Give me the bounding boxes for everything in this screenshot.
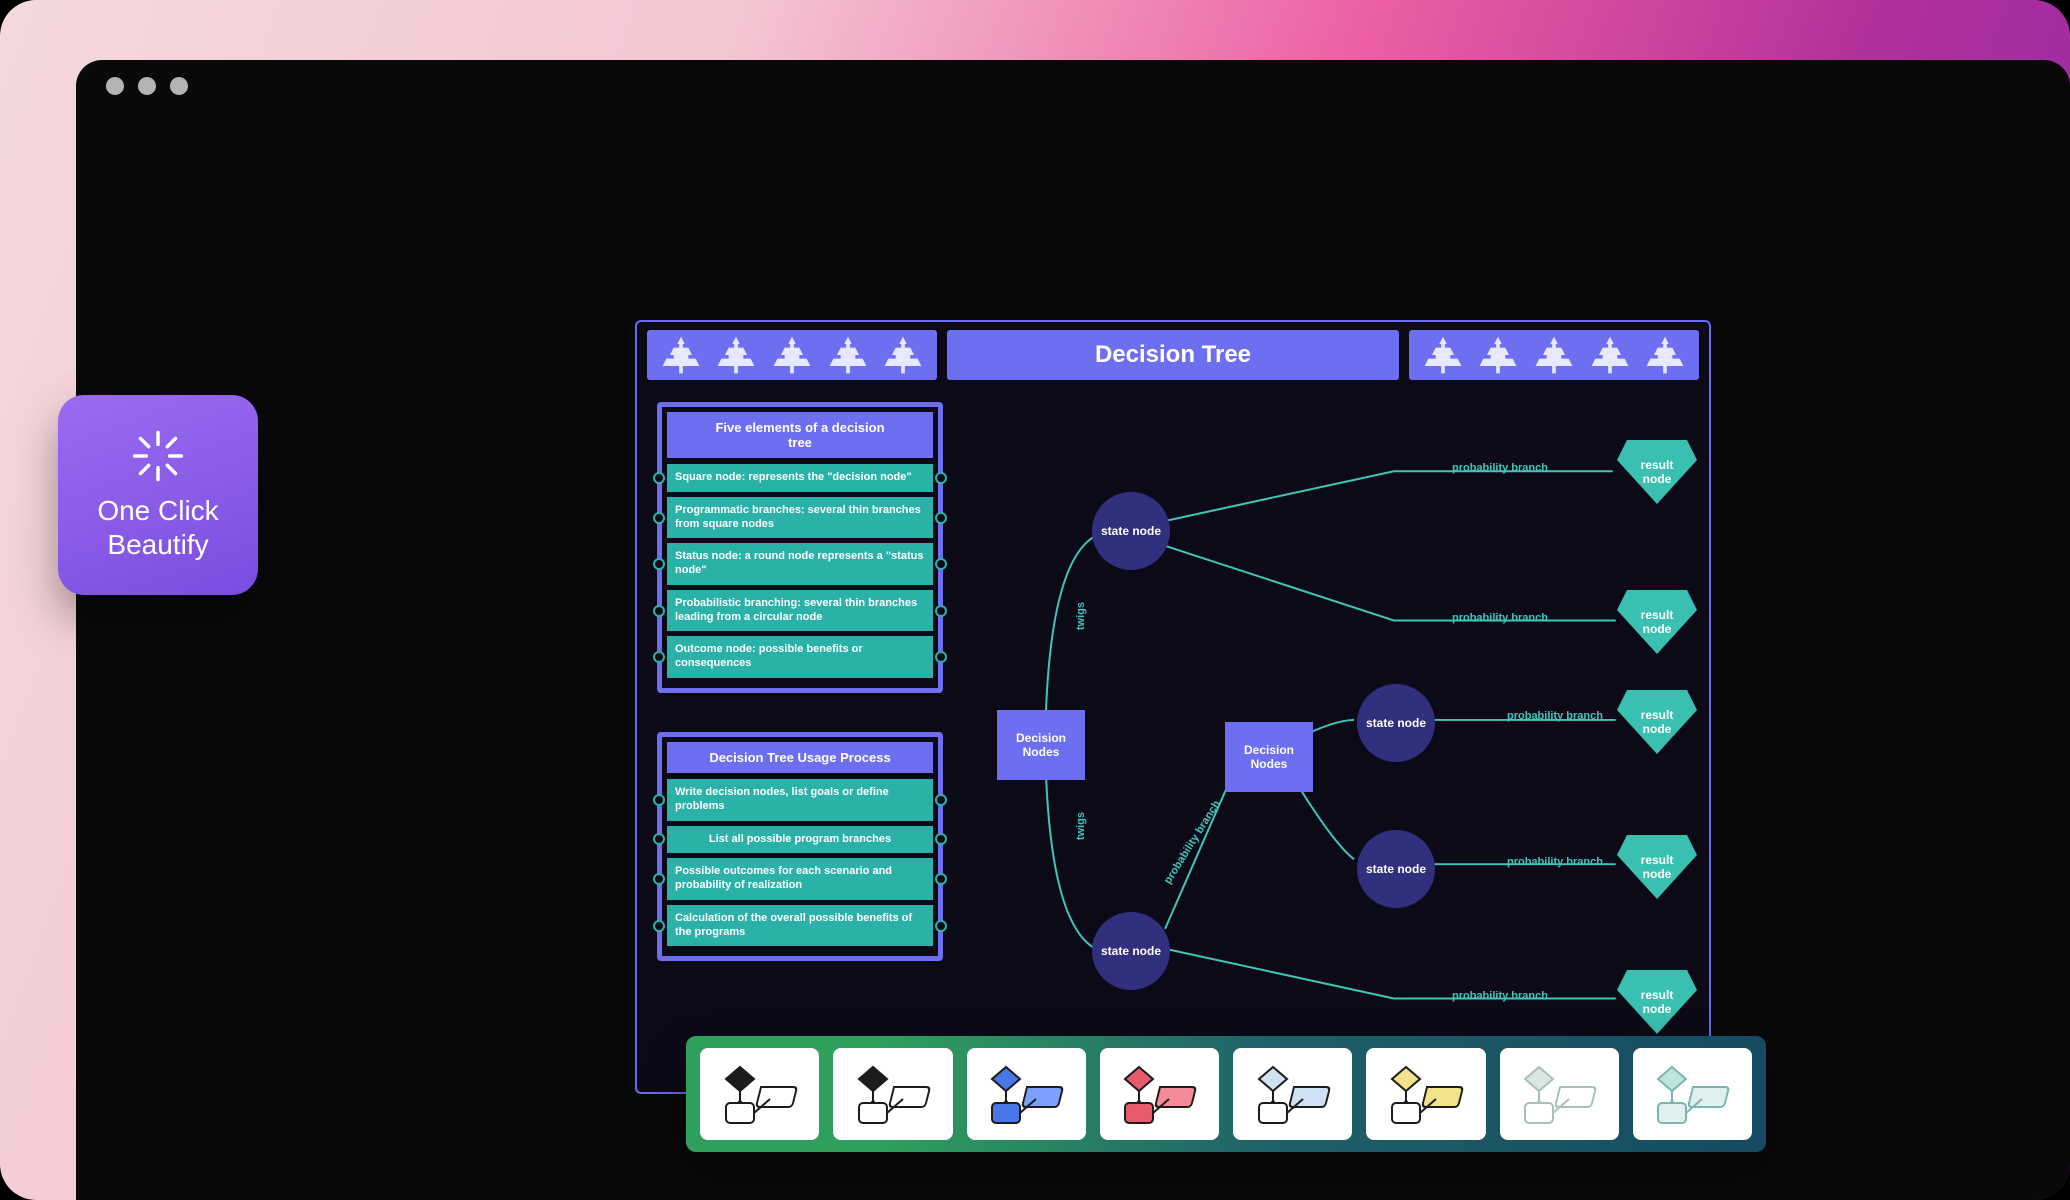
panel-header: Decision Tree Usage Process xyxy=(667,742,933,773)
tree-icon xyxy=(714,333,758,377)
edge-label: probability branch xyxy=(1452,612,1548,624)
panel-row[interactable]: Status node: a round node represents a "… xyxy=(667,543,933,585)
tree-icon xyxy=(826,333,870,377)
panel-row[interactable]: Programmatic branches: several thin bran… xyxy=(667,497,933,539)
style-outline-black[interactable] xyxy=(700,1048,819,1140)
edge-label: probability branch xyxy=(1162,798,1223,886)
style-red[interactable] xyxy=(1100,1048,1219,1140)
panel-row[interactable]: Write decision nodes, list goals or defi… xyxy=(667,779,933,821)
panel-row[interactable]: Outcome node: possible benefits or conse… xyxy=(667,636,933,678)
panel-row[interactable]: Possible outcomes for each scenario and … xyxy=(667,858,933,900)
panel-five-elements[interactable]: Five elements of a decision tree Square … xyxy=(657,402,943,693)
panel-row[interactable]: Calculation of the overall possible bene… xyxy=(667,905,933,947)
panel-row[interactable]: Square node: represents the "decision no… xyxy=(667,464,933,492)
result-node[interactable]: result node xyxy=(1617,970,1697,1034)
edge-label: probability branch xyxy=(1507,710,1603,722)
one-click-beautify-badge[interactable]: One Click Beautify xyxy=(58,395,258,595)
panel-header: Five elements of a decision tree xyxy=(667,412,933,458)
result-node[interactable]: result node xyxy=(1617,440,1697,504)
panel-row[interactable]: List all possible program branches xyxy=(667,826,933,854)
tree-icon xyxy=(1476,333,1520,377)
state-node[interactable]: state node xyxy=(1092,492,1170,570)
canvas-header: Decision Tree xyxy=(637,322,1709,388)
style-pale[interactable] xyxy=(1500,1048,1619,1140)
tree-icon xyxy=(881,333,925,377)
edge-label: probability branch xyxy=(1507,856,1603,868)
state-node[interactable]: state node xyxy=(1092,912,1170,990)
diagram-title: Decision Tree xyxy=(947,330,1399,380)
tree-icon xyxy=(1532,333,1576,377)
style-yellow[interactable] xyxy=(1366,1048,1485,1140)
panel-usage-process[interactable]: Decision Tree Usage Process Write decisi… xyxy=(657,732,943,961)
tree-decor-left xyxy=(647,330,937,380)
style-blue[interactable] xyxy=(967,1048,1086,1140)
tree-icon xyxy=(770,333,814,377)
traffic-light-min[interactable] xyxy=(138,77,156,95)
edge-label: twigs xyxy=(1075,812,1087,840)
tree-icon xyxy=(1643,333,1687,377)
edge-label: probability branch xyxy=(1452,990,1548,1002)
state-node[interactable]: state node xyxy=(1357,830,1435,908)
tree-icon xyxy=(1588,333,1632,377)
result-node[interactable]: result node xyxy=(1617,835,1697,899)
diagram-canvas[interactable]: Decision Tree Five elements of a decisio… xyxy=(635,320,1711,1094)
app-window: Decision Tree Five elements of a decisio… xyxy=(76,60,2070,1200)
state-node[interactable]: state node xyxy=(1357,684,1435,762)
traffic-light-close[interactable] xyxy=(106,77,124,95)
style-lightblue[interactable] xyxy=(1233,1048,1352,1140)
style-teal[interactable] xyxy=(1633,1048,1752,1140)
edge-label: probability branch xyxy=(1452,462,1548,474)
tree-icon xyxy=(1421,333,1465,377)
badge-label: One Click Beautify xyxy=(97,494,218,561)
sparkle-icon xyxy=(130,428,186,484)
promo-frame: Decision Tree Five elements of a decisio… xyxy=(0,0,2070,1200)
tree-icon xyxy=(659,333,703,377)
edge-label: twigs xyxy=(1075,602,1087,630)
decision-node[interactable]: Decision Nodes xyxy=(997,710,1085,780)
title-bar xyxy=(76,60,2070,112)
decision-node[interactable]: Decision Nodes xyxy=(1225,722,1313,792)
style-outline-black-2[interactable] xyxy=(833,1048,952,1140)
result-node[interactable]: result node xyxy=(1617,590,1697,654)
traffic-light-max[interactable] xyxy=(170,77,188,95)
tree-decor-right xyxy=(1409,330,1699,380)
panel-row[interactable]: Probabilistic branching: several thin br… xyxy=(667,590,933,632)
style-palette xyxy=(686,1036,1766,1152)
result-node[interactable]: result node xyxy=(1617,690,1697,754)
